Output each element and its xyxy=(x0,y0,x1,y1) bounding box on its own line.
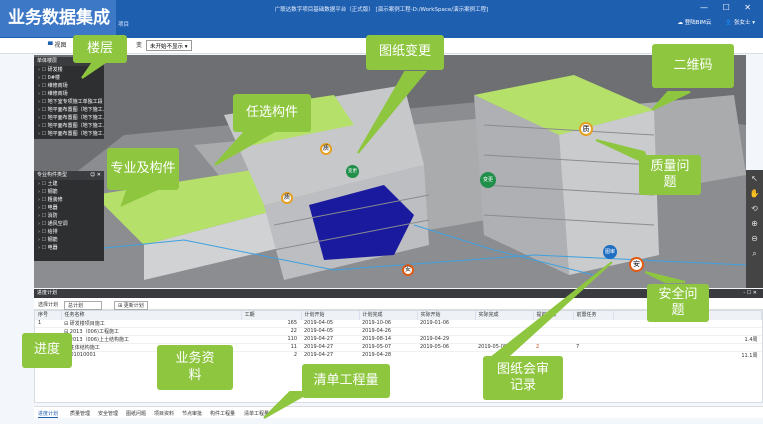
callout-quality-issue: 质量问题 xyxy=(639,155,701,195)
callout-drawing-change: 图纸变更 xyxy=(366,35,444,70)
callout-drawing-review: 图纸会审记录 xyxy=(483,356,563,400)
app-window: 广联达数字项目基础数据平台（正式版） [演示案例工程-D:/WorkSpace/… xyxy=(0,0,763,424)
callout-progress: 进度 xyxy=(22,333,72,368)
callout-safety-issue: 安全问题 xyxy=(647,284,709,322)
callout-business-docs: 业务资料 xyxy=(157,345,233,390)
callout-qr-code: 二维码 xyxy=(652,44,734,88)
callout-discipline-component: 专业及构件 xyxy=(107,148,179,190)
callout-floor: 楼层 xyxy=(73,35,127,63)
callout-selected-component: 任选构件 xyxy=(233,94,311,132)
callout-quantity-list: 清单工程量 xyxy=(302,364,390,398)
